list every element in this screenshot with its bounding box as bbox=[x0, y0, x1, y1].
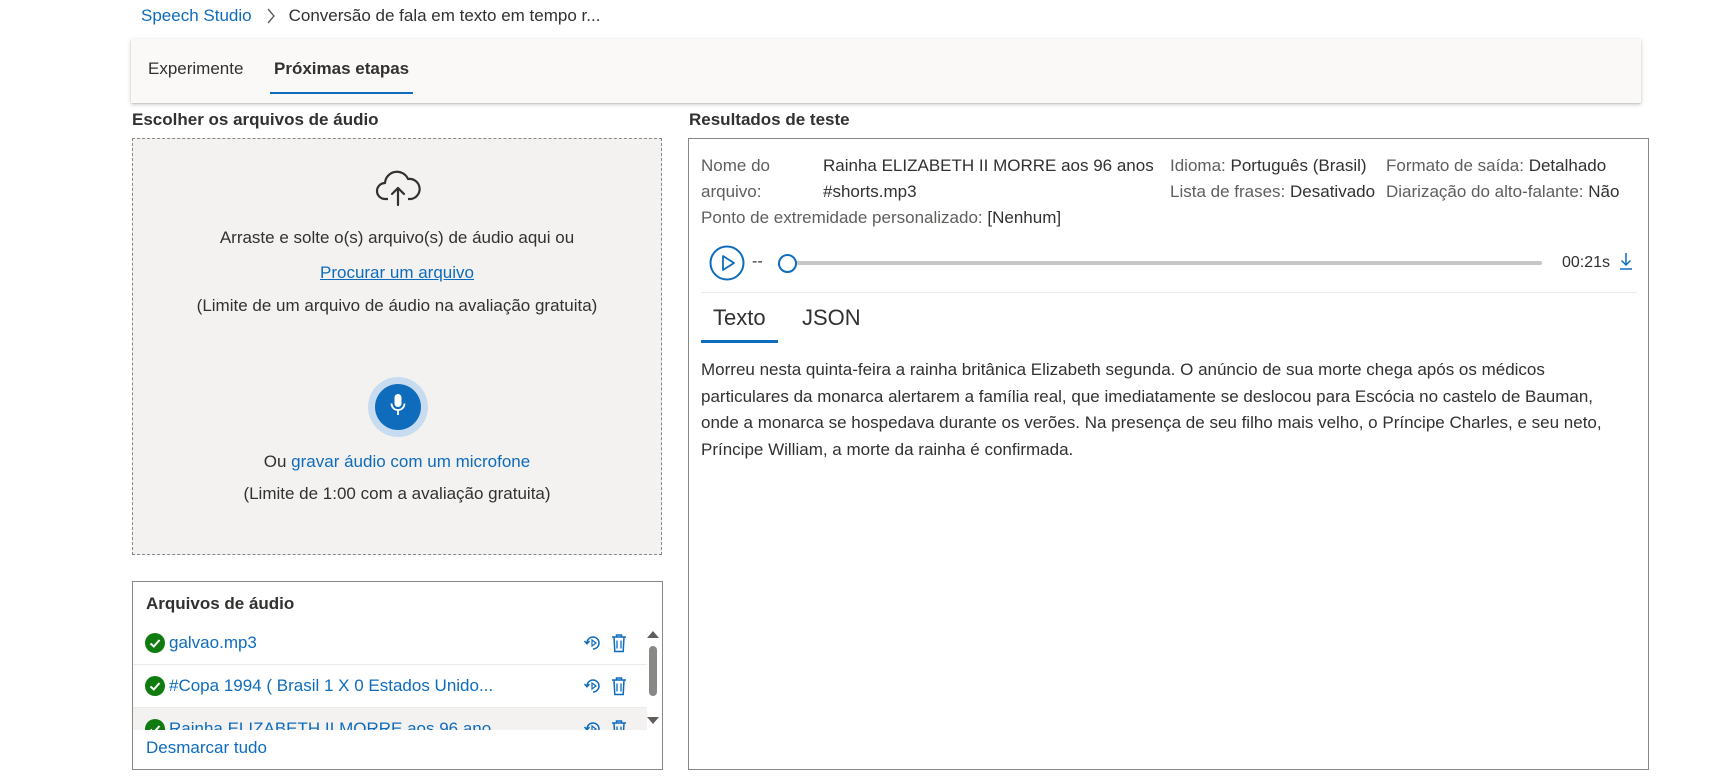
microphone-icon bbox=[389, 393, 407, 422]
phrase-list-info: Lista de frases: Desativado bbox=[1170, 179, 1375, 205]
choose-audio-files-title: Escolher os arquivos de áudio bbox=[132, 110, 379, 129]
breadcrumb: Speech Studio Conversão de fala em texto… bbox=[141, 4, 600, 28]
tab-experimente[interactable]: Experimente bbox=[148, 39, 243, 103]
transcript-text: Morreu nesta quinta-feira a rainha britâ… bbox=[701, 360, 1602, 459]
custom-endpoint-label: Ponto de extremidade personalizado: bbox=[701, 208, 983, 227]
retry-icon[interactable] bbox=[583, 633, 603, 653]
breadcrumb-current-page: Conversão de fala em texto em tempo r... bbox=[288, 6, 601, 25]
diarization-info: Diarização do alto-falante: Não bbox=[1386, 179, 1619, 205]
output-format-info: Formato de saída: Detalhado bbox=[1386, 153, 1606, 179]
tab-proximas-etapas[interactable]: Próximas etapas bbox=[269, 39, 414, 103]
audio-files-panel: Arquivos de áudio galvao.mp3 #Copa 1994 … bbox=[132, 581, 663, 770]
file-name-label: Nome do arquivo: bbox=[701, 156, 770, 201]
record-microphone-button[interactable] bbox=[375, 384, 421, 430]
delete-icon[interactable] bbox=[611, 676, 627, 696]
deselect-all-link[interactable]: Desmarcar tudo bbox=[146, 738, 267, 758]
output-format-value: Detalhado bbox=[1528, 156, 1607, 175]
test-results-title: Resultados de teste bbox=[689, 110, 850, 129]
file-name-value: Rainha ELIZABETH II MORRE aos 96 anos #s… bbox=[823, 156, 1154, 201]
delete-icon[interactable] bbox=[611, 633, 627, 653]
audio-file-row[interactable]: galvao.mp3 bbox=[133, 622, 647, 665]
record-button-ring bbox=[368, 377, 428, 437]
file-limit-text: (Limite de um arquivo de áudio na avalia… bbox=[196, 296, 598, 315]
play-icon[interactable] bbox=[709, 245, 745, 281]
scroll-up-arrow-icon[interactable] bbox=[647, 631, 659, 638]
retry-icon[interactable] bbox=[583, 719, 603, 730]
download-icon[interactable] bbox=[1619, 251, 1633, 276]
language-value: Português (Brasil) bbox=[1230, 156, 1367, 175]
audio-files-list: galvao.mp3 #Copa 1994 ( Brasil 1 X 0 Est… bbox=[133, 622, 647, 730]
drag-drop-instructions: Arraste e solte o(s) arquivo(s) de áudio… bbox=[219, 228, 575, 247]
playback-track[interactable] bbox=[787, 261, 1542, 265]
delete-icon[interactable] bbox=[611, 719, 627, 730]
scroll-down-arrow-icon[interactable] bbox=[647, 717, 659, 724]
results-divider bbox=[701, 292, 1637, 293]
success-check-icon bbox=[145, 719, 165, 730]
retry-icon[interactable] bbox=[583, 676, 603, 696]
audio-file-name[interactable]: galvao.mp3 bbox=[169, 633, 257, 653]
audio-player: -- 00:21s bbox=[709, 245, 1635, 281]
player-position: -- bbox=[752, 253, 763, 270]
scrollbar-thumb[interactable] bbox=[649, 646, 657, 696]
success-check-icon bbox=[145, 676, 165, 696]
custom-endpoint-value: [Nenhum] bbox=[987, 208, 1062, 227]
player-duration: 00:21s bbox=[1562, 254, 1611, 271]
audio-file-row-selected[interactable]: Rainha ELIZABETH II MORRE aos 96 ano... bbox=[133, 708, 647, 730]
files-scrollbar[interactable] bbox=[646, 626, 660, 726]
record-audio-line: Ou gravar áudio com um microfone bbox=[133, 452, 661, 472]
breadcrumb-speech-studio-link[interactable]: Speech Studio bbox=[141, 6, 252, 26]
audio-dropzone[interactable]: Arraste e solte o(s) arquivo(s) de áudio… bbox=[132, 138, 662, 555]
tab-json[interactable]: JSON bbox=[802, 305, 861, 331]
audio-files-title: Arquivos de áudio bbox=[146, 594, 295, 613]
success-check-icon bbox=[145, 633, 165, 653]
audio-file-name[interactable]: #Copa 1994 ( Brasil 1 X 0 Estados Unido.… bbox=[169, 676, 493, 696]
phrase-list-value: Desativado bbox=[1290, 182, 1376, 201]
record-audio-link[interactable]: gravar áudio com um microfone bbox=[291, 452, 530, 471]
diarization-label: Diarização do alto-falante: bbox=[1386, 182, 1584, 201]
cloud-upload-icon bbox=[375, 169, 421, 207]
audio-file-row[interactable]: #Copa 1994 ( Brasil 1 X 0 Estados Unido.… bbox=[133, 665, 647, 708]
output-format-label: Formato de saída: bbox=[1386, 156, 1524, 175]
phrase-list-label: Lista de frases: bbox=[1170, 182, 1286, 201]
record-limit-text: (Limite de 1:00 com a avaliação gratuita… bbox=[243, 484, 551, 503]
audio-file-name[interactable]: Rainha ELIZABETH II MORRE aos 96 ano... bbox=[169, 719, 505, 730]
language-info: Idioma: Português (Brasil) bbox=[1170, 153, 1367, 179]
chevron-right-icon bbox=[266, 8, 276, 24]
custom-endpoint-info: Ponto de extremidade personalizado: [Nen… bbox=[701, 205, 1061, 231]
language-label: Idioma: bbox=[1170, 156, 1226, 175]
top-tab-bar: Experimente Próximas etapas bbox=[131, 39, 1641, 103]
diarization-value: Não bbox=[1588, 182, 1620, 201]
test-results-panel: Nome do arquivo: Rainha ELIZABETH II MOR… bbox=[688, 138, 1649, 770]
playback-slider-thumb[interactable] bbox=[778, 254, 797, 273]
browse-file-link[interactable]: Procurar um arquivo bbox=[320, 263, 474, 282]
record-or-text: Ou bbox=[263, 452, 292, 471]
tab-texto[interactable]: Texto bbox=[701, 305, 778, 343]
